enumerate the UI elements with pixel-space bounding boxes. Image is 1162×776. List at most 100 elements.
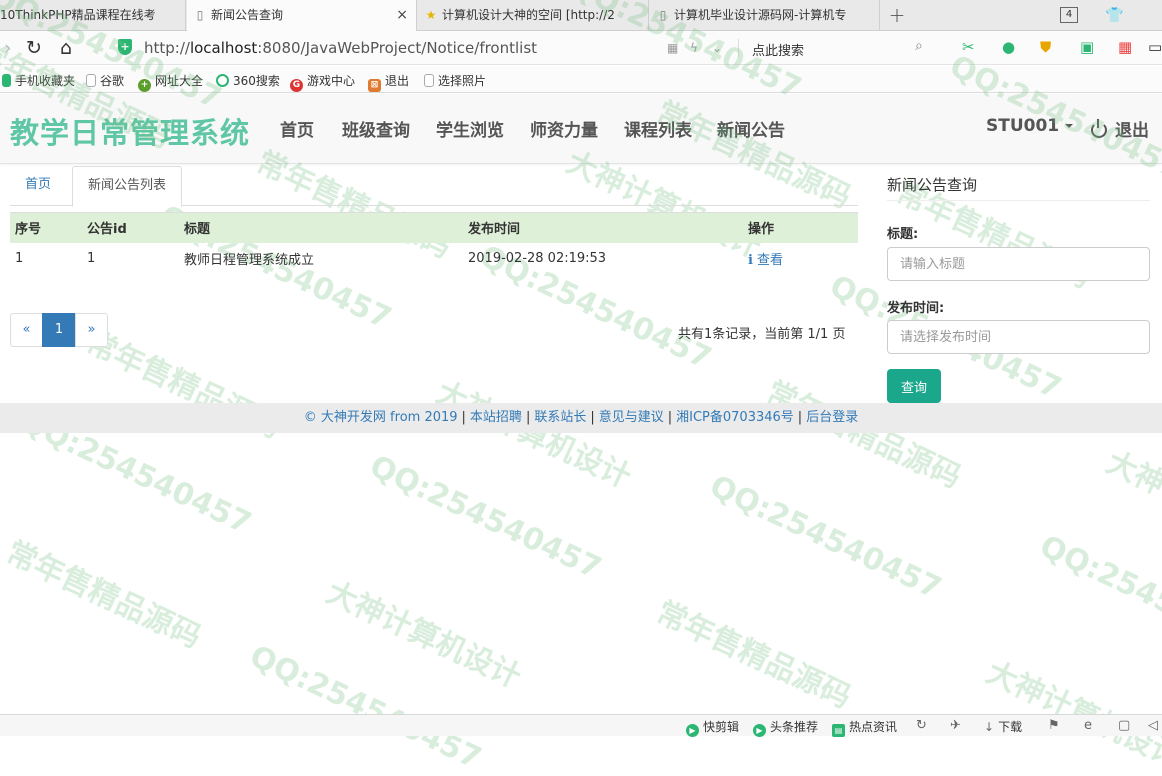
browser-tab-2[interactable]: ▯ 新闻公告查询 × [187,0,417,32]
tab-count-badge[interactable]: 4 [1060,7,1078,23]
cell-id: 1 [87,250,96,266]
title-input[interactable] [887,247,1150,281]
tab-title: 计算机设计大神的空间 [http://2 [442,8,615,22]
divider [887,200,1150,201]
browser-status-bar: ▶ 快剪辑 ▶ 头条推荐 ▤ 热点资讯 ↻ ✈ ↓ 下载 ⚑ e ▢ ◁ [0,714,1162,737]
bookmark-games[interactable]: G 游戏中心 [290,72,355,92]
watermark: 大神计算机设计 [981,648,1162,776]
bookmark-360search[interactable]: 360搜索 [216,72,280,89]
site-brand[interactable]: 教学日常管理系统 [10,110,250,152]
watermark: QQ:254540457 [704,468,947,607]
content-tabs: 首页 新闻公告列表 [10,166,858,207]
new-tab-button[interactable]: + [886,0,908,31]
screenshot-icon[interactable]: ▣ [1080,38,1094,56]
back-icon[interactable]: › [4,37,12,59]
bookmark-label: 谷歌 [100,74,125,88]
flag-icon[interactable]: ⚑ [1048,718,1060,733]
bookmark-mobile[interactable]: 手机收藏夹 [2,72,75,89]
footer-link-admin-login[interactable]: 后台登录 [806,410,858,425]
status-download[interactable]: ↓ 下载 [984,718,1022,735]
url-prefix: http:// [144,39,190,57]
translate-icon[interactable]: ● [1002,38,1015,56]
mute-icon[interactable]: ◁ [1148,718,1158,733]
page-icon [424,74,434,87]
status-label: 头条推荐 [770,720,819,734]
status-headlines[interactable]: ▶ 头条推荐 [753,718,818,737]
watermark: QQ:254540457 [244,638,487,776]
skin-icon[interactable]: 👕 [1105,6,1124,24]
search-icon[interactable]: ⌕ [915,38,923,54]
time-label: 发布时间: [887,301,945,316]
url-field[interactable]: http://localhost:8080/JavaWebProject/Not… [144,39,537,57]
footer-link-jobs[interactable]: 本站招聘 [470,410,522,425]
page-icon [86,74,96,87]
home-icon[interactable]: ⌂ [60,37,72,59]
site-footer: © 大神开发网 from 2019 | 本站招聘 | 联系站长 | 意见与建议 | 湘ICP备0… [0,403,1162,433]
browser-tab-1[interactable]: 10ThinkPHP精品课程在线考 [0,0,186,31]
nav-news[interactable]: 新闻公告 [717,116,785,141]
bookmark-google[interactable]: 谷歌 [86,72,124,89]
tab-home[interactable]: 首页 [10,166,66,206]
tab-news-list[interactable]: 新闻公告列表 [72,166,183,207]
watermark: 大神计算机设计 [1100,444,1162,566]
ie-icon[interactable]: e [1084,718,1092,733]
caret-down-icon [1065,124,1074,128]
watermark: QQ:254540457 [364,448,607,587]
prev-page-button[interactable]: « [10,313,43,347]
bookmark-photos[interactable]: 选择照片 [424,72,486,89]
sidebar-title: 新闻公告查询 [887,176,978,194]
rocket-icon[interactable]: ✈ [950,718,961,733]
menu-icon[interactable]: ▭ [1148,38,1162,56]
query-button[interactable]: 查询 [887,369,941,403]
bookmark-label: 网址大全 [155,74,204,88]
shield-ext-icon[interactable]: ⛊ [1040,38,1051,56]
user-dropdown[interactable]: STU001 [986,116,1074,136]
window-icon[interactable]: ▢ [1118,718,1130,733]
next-page-button[interactable]: » [75,313,108,347]
tab-close-icon[interactable]: × [396,0,408,31]
status-hot-news[interactable]: ▤ 热点资讯 [832,718,897,737]
page-button-current[interactable]: 1 [42,313,76,347]
page-info: 共有1条记录，当前第 1/1 页 [678,327,846,342]
news-table: 序号 公告id 标题 发布时间 操作 1 1 教师日程管理系统成立 2019-0… [10,212,858,274]
tab-title: 10ThinkPHP精品课程在线考 [0,8,156,22]
bookmark-exit[interactable]: ⊠ 退出 [368,72,409,92]
chevron-down-icon[interactable]: ⌄ [712,41,722,55]
nav-teachers[interactable]: 师资力量 [530,116,598,141]
pagination: « 1 » [10,313,108,347]
view-link[interactable]: i 查看 [748,253,783,268]
security-shield-icon[interactable]: + [118,39,132,55]
publish-time-input[interactable] [887,320,1150,354]
nav-courses[interactable]: 课程列表 [624,116,692,141]
footer-link-icp[interactable]: 湘ICP备0703346号 [676,410,794,425]
status-label: 快剪辑 [703,720,740,734]
footer-link-contact[interactable]: 联系站长 [534,410,586,425]
browser-tab-3[interactable]: ★ 计算机设计大神的空间 [http://2 [418,0,649,31]
table-header-row: 序号 公告id 标题 发布时间 操作 [10,212,858,243]
nav-student-browse[interactable]: 学生浏览 [436,116,504,141]
cell-index: 1 [15,250,24,266]
copyright-text[interactable]: © 大神开发网 from 2019 [304,410,458,425]
apps-icon[interactable]: ▦ [1118,38,1132,56]
bookmarks-bar: 手机收藏夹 谷歌 + 网址大全 360搜索 G 游戏中心 ⊠ 退出 选择照片 [0,66,1162,93]
qr-icon[interactable]: ▦ [667,41,678,55]
nav-class-query[interactable]: 班级查询 [342,116,410,141]
bookmark-directory[interactable]: + 网址大全 [138,72,203,92]
scissors-icon[interactable]: ✂ [962,38,975,56]
refresh-icon[interactable]: ↻ [26,37,42,59]
download-icon: ↓ [984,720,995,734]
search-box[interactable]: 点此搜索 [752,40,804,59]
browser-tab-4[interactable]: ▯ 计算机毕业设计源码网-计算机专 [650,0,880,31]
status-quick-clip[interactable]: ▶ 快剪辑 [686,718,739,737]
refresh-icon[interactable]: ↻ [916,718,927,733]
page-icon: ▯ [196,8,204,22]
circle-icon [216,74,229,87]
power-icon [1091,119,1107,138]
view-label: 查看 [756,252,783,268]
nav-home[interactable]: 首页 [280,116,314,141]
status-label: 热点资讯 [849,720,898,734]
logout-link[interactable]: 退出 [1091,116,1149,141]
footer-link-feedback[interactable]: 意见与建议 [599,410,664,425]
browser-tab-strip: 10ThinkPHP精品课程在线考 ▯ 新闻公告查询 × ★ 计算机设计大神的空间 … [0,0,1162,32]
lightning-icon[interactable]: ϟ [690,41,698,55]
